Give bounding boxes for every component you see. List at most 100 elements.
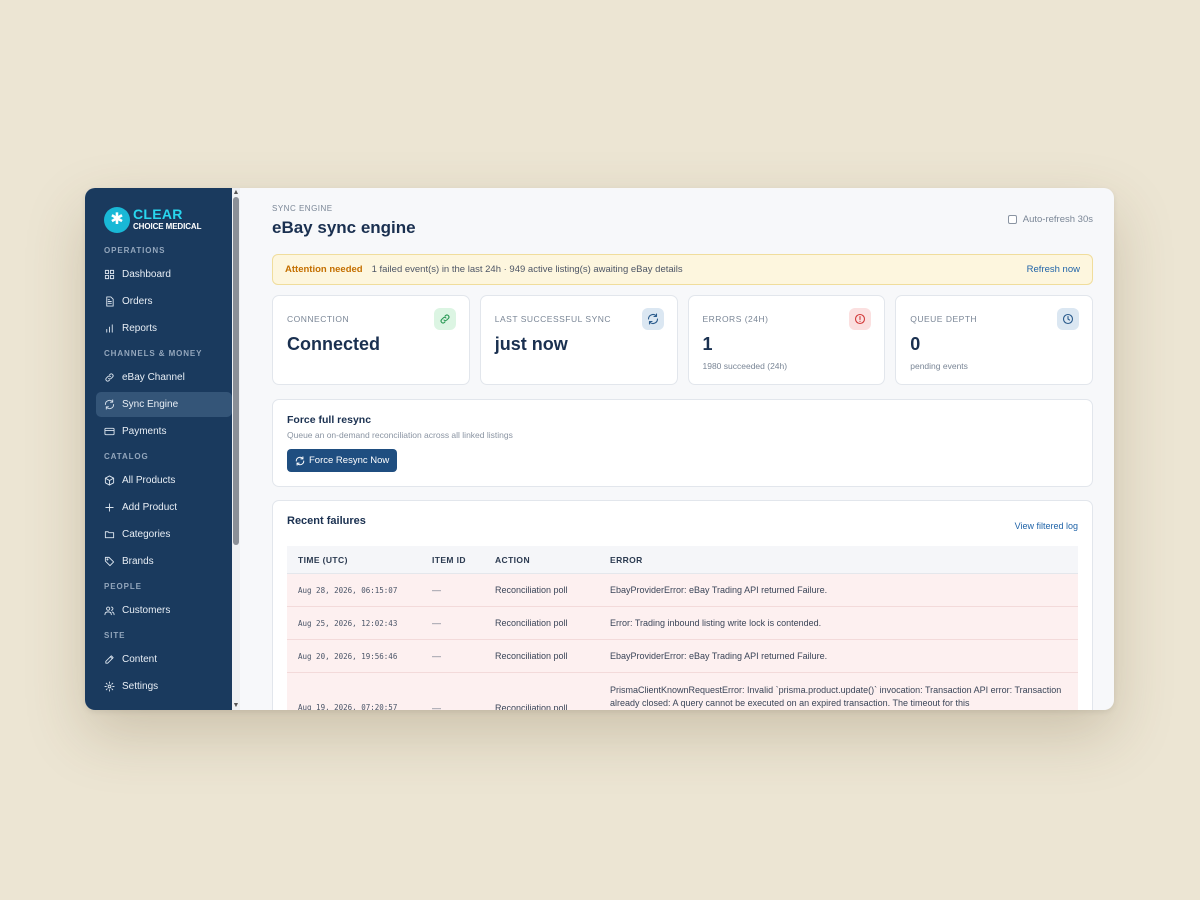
sidebar-item-label: Payments (122, 426, 167, 437)
table-row[interactable]: Aug 28, 2026, 06:15:07 — Reconciliation po… (287, 574, 1078, 607)
sidebar-item-label: Brands (122, 556, 154, 567)
cell-time: Aug 20, 2026, 19:56:46 (298, 651, 398, 661)
stat-card-connection: CONNECTION Connected (272, 295, 470, 385)
scroll-up-arrow-icon[interactable]: ▲ (232, 188, 240, 197)
sidebar-scrollbar[interactable]: ▲ ▼ (232, 188, 240, 710)
folder-icon (104, 529, 115, 540)
sidebar-item-brands[interactable]: Brands (96, 549, 232, 574)
cell-action: Reconciliation poll (495, 651, 568, 661)
sidebar-item-dashboard[interactable]: Dashboard (96, 262, 232, 287)
sidebar-item-all-products[interactable]: All Products (96, 468, 232, 493)
scrollbar-thumb[interactable] (233, 197, 239, 545)
resync-title: Force full resync (287, 414, 372, 426)
sidebar: ✱ CLEAR CHOICE MEDICAL OPERATIONS Dashboa… (85, 188, 240, 710)
sidebar-item-label: Reports (122, 323, 158, 334)
sidebar-section-label: OPERATIONS (104, 246, 166, 255)
sidebar-item-label: Categories (122, 529, 171, 540)
table-row[interactable]: Aug 20, 2026, 19:56:46 — Reconciliation po… (287, 640, 1078, 673)
brand-logo[interactable]: ✱ CLEAR CHOICE MEDICAL (85, 188, 240, 240)
sidebar-item-categories[interactable]: Categories (96, 522, 232, 547)
cell-time: Aug 25, 2026, 12:02:43 (298, 618, 398, 628)
auto-refresh-checkbox[interactable] (1007, 215, 1017, 224)
stat-card-last-successful-sync: LAST SUCCESSFUL SYNC just now (479, 295, 678, 385)
folder-icon (104, 531, 115, 539)
table-row[interactable]: Aug 19, 2026, 07:20:57 — Reconciliation po… (287, 673, 1078, 710)
force-resync-button[interactable]: Force Resync Now (287, 449, 398, 472)
bar-chart-icon (106, 324, 113, 333)
link-icon (104, 372, 115, 383)
sidebar-item-label: Add Product (122, 502, 178, 513)
stat-icon-badge (433, 308, 456, 330)
failures-title: Recent failures (287, 515, 366, 527)
cell-error: EbayProviderError: eBay Trading API retu… (610, 585, 828, 595)
document-icon (104, 296, 115, 307)
refresh-icon (647, 313, 658, 325)
cell-item-id: — (432, 651, 441, 661)
edit-icon (104, 654, 115, 665)
resync-subtitle: Queue an on-demand reconciliation across… (287, 430, 513, 440)
sidebar-item-ebay-channel[interactable]: eBay Channel (96, 365, 232, 390)
gear-icon (104, 681, 115, 692)
cell-item-id: — (432, 618, 441, 628)
stats-row: CONNECTION Connected LAST SUCCESSFUL SYNC j… (272, 295, 1093, 385)
scroll-down-arrow-icon[interactable]: ▼ (232, 701, 240, 710)
sidebar-item-sync-engine[interactable]: Sync Engine (96, 392, 232, 417)
sidebar-item-label: All Products (122, 475, 176, 486)
column-header-action[interactable]: ACTION (495, 555, 610, 565)
sidebar-item-orders[interactable]: Orders (96, 289, 232, 314)
page-eyebrow: SYNC ENGINE (272, 204, 333, 213)
page-title: eBay sync engine (272, 218, 416, 237)
edit-icon (105, 655, 114, 664)
credit-card-icon (104, 427, 115, 436)
auto-refresh-toggle[interactable]: Auto-refresh 30s (1007, 214, 1093, 225)
attention-banner: Attention needed 1 failed event(s) in th… (272, 254, 1093, 285)
refresh-icon (295, 455, 305, 466)
cell-time: Aug 28, 2026, 06:15:07 (298, 585, 398, 595)
column-header-time[interactable]: TIME (UTC) (287, 555, 432, 565)
column-header-item-id[interactable]: ITEM ID (432, 555, 495, 565)
plus-icon (104, 502, 115, 513)
table-header: TIME (UTC) ITEM ID ACTION ERROR (287, 546, 1078, 574)
sidebar-item-label: Content (122, 654, 158, 665)
table-row[interactable]: Aug 25, 2026, 12:02:43 — Reconciliation po… (287, 607, 1078, 640)
sidebar-item-label: Dashboard (122, 269, 171, 280)
cell-error: Error: Trading inbound listing write loc… (610, 618, 822, 628)
column-header-error[interactable]: ERROR (610, 555, 1078, 565)
box-icon (104, 475, 115, 486)
cell-error: EbayProviderError: eBay Trading API retu… (610, 651, 828, 661)
refresh-icon (104, 399, 115, 410)
alert-text: 1 failed event(s) in the last 24h · 949 … (371, 264, 683, 275)
sidebar-section-label: SITE (104, 631, 126, 640)
stat-subtext: pending events (910, 361, 968, 371)
refresh-now-link[interactable]: Refresh now (1027, 264, 1080, 275)
stat-icon-badge (1057, 308, 1079, 330)
main-content: SYNC ENGINE eBay sync engine Auto-refres… (240, 188, 1114, 710)
stat-icon-badge (849, 308, 872, 330)
sidebar-item-label: Customers (122, 605, 171, 616)
grid-icon (104, 269, 115, 280)
clock-icon (1062, 313, 1074, 325)
tag-icon (104, 556, 115, 567)
sidebar-item-settings[interactable]: Settings (96, 674, 232, 699)
cell-action: Reconciliation poll (495, 618, 568, 628)
auto-refresh-label: Auto-refresh 30s (1022, 214, 1093, 225)
sidebar-section-label: CHANNELS & MONEY (104, 349, 203, 358)
plus-icon (105, 503, 114, 512)
box-icon (104, 475, 115, 486)
sidebar-item-payments[interactable]: Payments (96, 419, 232, 444)
sidebar-item-customers[interactable]: Customers (96, 598, 232, 623)
stat-value: just now (494, 334, 568, 354)
sidebar-item-add-product[interactable]: Add Product (96, 495, 232, 520)
app-window: ✱ CLEAR CHOICE MEDICAL OPERATIONS Dashboa… (85, 188, 1114, 710)
document-icon (106, 296, 114, 307)
cell-time: Aug 19, 2026, 07:20:57 (298, 703, 398, 710)
sidebar-item-label: Orders (122, 296, 153, 307)
cell-error: PrismaClientKnownRequestError: Invalid `… (610, 685, 1062, 708)
tag-icon (104, 556, 115, 567)
grid-icon (104, 269, 115, 280)
cell-action: Reconciliation poll (495, 585, 568, 595)
sidebar-item-reports[interactable]: Reports (96, 316, 232, 341)
cell-action: Reconciliation poll (495, 703, 568, 710)
view-filtered-log-link[interactable]: View filtered log (1015, 521, 1078, 531)
sidebar-item-content[interactable]: Content (96, 647, 232, 672)
